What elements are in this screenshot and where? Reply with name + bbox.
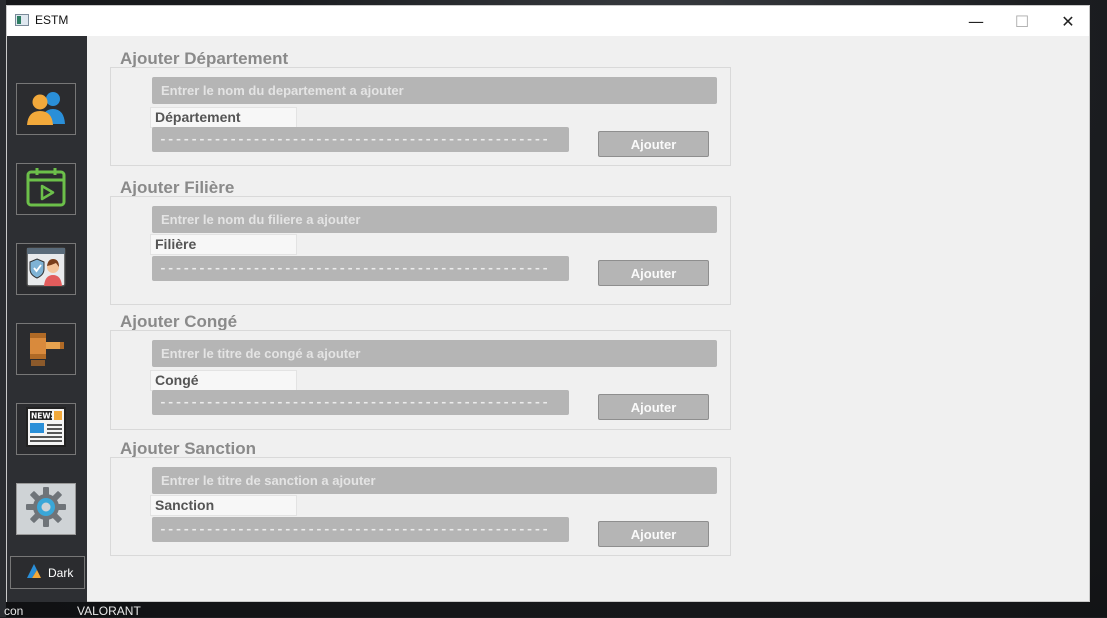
title-bar[interactable]: ESTM — ☐ ✕ [7,6,1089,36]
security-staff-icon [25,246,67,293]
sidebar-item-users[interactable] [16,83,76,135]
window-title: ESTM [35,13,69,27]
minimize-button[interactable]: — [953,6,999,36]
sanction-tag-label: Sanction [150,495,297,516]
sidebar: NEWS Dark [7,36,87,602]
gear-icon [24,485,68,534]
maximize-button[interactable]: ☐ [999,6,1045,36]
add-filiere-button[interactable]: Ajouter [598,260,709,286]
desktop-icon-label-valorant[interactable]: VALORANT [77,604,141,618]
section-title-departement: Ajouter Département [120,49,289,68]
section-title-sanction: Ajouter Sanction [120,439,257,458]
sidebar-item-schedule[interactable] [16,163,76,215]
app-icon [15,14,29,26]
sidebar-item-security[interactable] [16,243,76,295]
gavel-icon [24,327,68,372]
sidebar-item-news[interactable]: NEWS [16,403,76,455]
conge-title-input[interactable] [152,340,717,367]
app-window: ESTM — ☐ ✕ NEWS Dark Ajouter Département… [6,5,1090,602]
filiere-value-field[interactable]: ----------------------------------------… [152,256,569,281]
add-conge-button[interactable]: Ajouter [598,394,709,420]
departement-name-input[interactable] [152,77,717,104]
conge-value-field[interactable]: ----------------------------------------… [152,390,569,415]
filiere-name-input[interactable] [152,206,717,233]
news-icon: NEWS [24,405,68,454]
departement-tag-label: Département [150,107,297,128]
section-title-filiere: Ajouter Filière [120,178,235,197]
departement-value-field[interactable]: ----------------------------------------… [152,127,569,152]
section-title-conge: Ajouter Congé [120,312,238,331]
close-button[interactable]: ✕ [1045,6,1091,36]
svg-text:NEWS: NEWS [31,411,56,420]
sanction-value-field[interactable]: ----------------------------------------… [152,517,569,542]
sanction-title-input[interactable] [152,467,717,494]
sidebar-item-settings[interactable] [16,483,76,535]
users-icon [24,88,68,131]
add-departement-button[interactable]: Ajouter [598,131,709,157]
theme-toggle-button[interactable]: Dark [10,556,85,589]
theme-label: Dark [48,565,74,580]
desktop-icon-label[interactable]: con [4,604,23,618]
conge-tag-label: Congé [150,370,297,391]
add-sanction-button[interactable]: Ajouter [598,521,709,547]
sidebar-item-sanctions[interactable] [16,323,76,375]
filiere-tag-label: Filière [150,234,297,255]
theme-icon [25,562,43,583]
calendar-play-icon [25,167,67,212]
